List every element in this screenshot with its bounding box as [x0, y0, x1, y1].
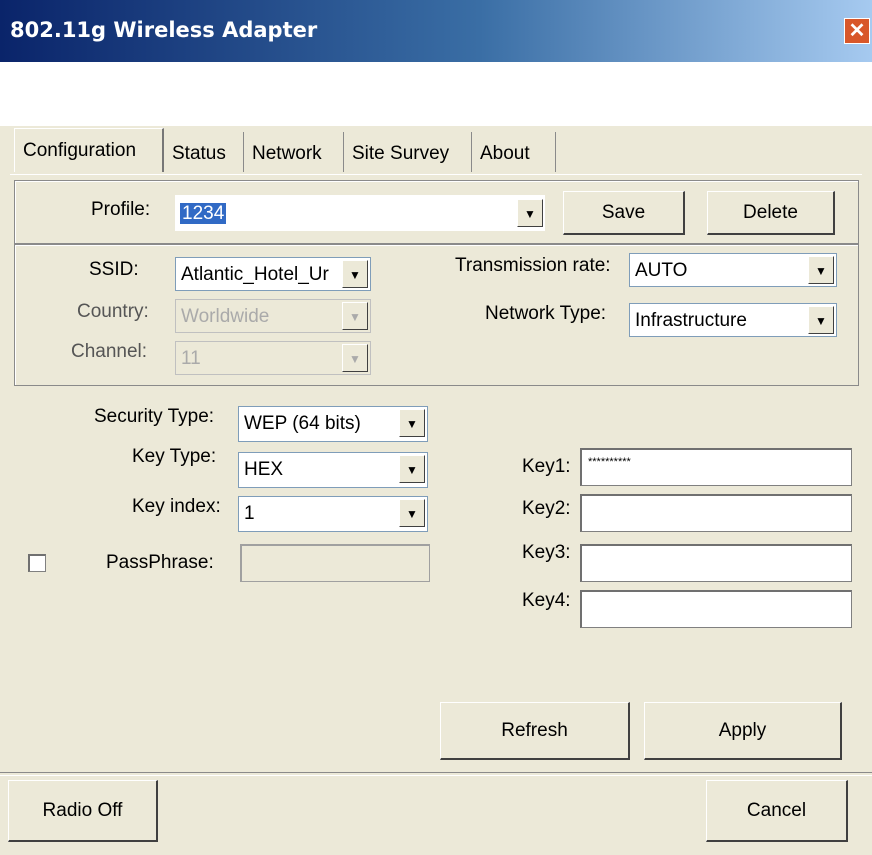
save-button[interactable]: Save	[563, 191, 685, 235]
cancel-button[interactable]: Cancel	[706, 780, 848, 842]
security-type-combo[interactable]: WEP (64 bits) ▼	[238, 406, 428, 442]
tab-network[interactable]: Network	[244, 132, 344, 172]
key3-label: Key3:	[522, 542, 571, 563]
channel-value: 11	[181, 348, 201, 369]
tab-status[interactable]: Status	[164, 132, 244, 172]
security-type-label: Security Type:	[94, 406, 215, 427]
ssid-combo[interactable]: Atlantic_Hotel_Ur ▼	[175, 257, 371, 291]
passphrase-field	[240, 544, 430, 582]
tab-configuration[interactable]: Configuration	[14, 128, 164, 172]
title-bar: 802.11g Wireless Adapter ✕	[0, 0, 872, 62]
key-type-combo[interactable]: HEX ▼	[238, 452, 428, 488]
security-type-value: WEP (64 bits)	[244, 413, 361, 434]
channel-combo: 11 ▼	[175, 341, 371, 375]
key-type-label: Key Type:	[132, 446, 217, 467]
chevron-down-icon[interactable]: ▼	[808, 306, 834, 334]
footer-divider	[0, 772, 872, 776]
chevron-down-icon[interactable]: ▼	[808, 256, 834, 284]
key2-field[interactable]	[580, 494, 852, 532]
transmission-rate-value: AUTO	[635, 260, 688, 281]
key1-label: Key1:	[522, 456, 571, 477]
chevron-down-icon[interactable]: ▼	[399, 455, 425, 483]
network-type-value: Infrastructure	[635, 310, 747, 331]
key-index-value: 1	[244, 503, 255, 524]
profile-group: Profile: 1234 ▼ Save Delete	[14, 180, 859, 244]
country-label: Country:	[77, 301, 149, 322]
chevron-down-icon: ▼	[342, 302, 368, 330]
network-type-combo[interactable]: Infrastructure ▼	[629, 303, 837, 337]
chevron-down-icon[interactable]: ▼	[399, 499, 425, 527]
ssid-value: Atlantic_Hotel_Ur	[181, 264, 329, 285]
passphrase-checkbox[interactable]	[28, 554, 46, 572]
transmission-rate-label: Transmission rate:	[455, 255, 611, 276]
key1-field[interactable]: **********	[580, 448, 852, 486]
key2-label: Key2:	[522, 498, 571, 519]
apply-button[interactable]: Apply	[644, 702, 842, 760]
network-settings-group: SSID: Atlantic_Hotel_Ur ▼ Country: World…	[14, 244, 859, 386]
key3-field[interactable]	[580, 544, 852, 582]
window-title: 802.11g Wireless Adapter	[10, 18, 318, 42]
key-type-value: HEX	[244, 459, 284, 480]
chevron-down-icon[interactable]: ▼	[399, 409, 425, 437]
channel-label: Channel:	[71, 341, 148, 362]
passphrase-label: PassPhrase:	[106, 552, 214, 573]
close-icon[interactable]: ✕	[844, 18, 870, 44]
chevron-down-icon[interactable]: ▼	[517, 199, 543, 227]
key4-field[interactable]	[580, 590, 852, 628]
key1-value: **********	[588, 456, 631, 468]
tab-border	[10, 174, 862, 177]
dialog-body: Configuration Status Network Site Survey…	[0, 126, 872, 855]
transmission-rate-combo[interactable]: AUTO ▼	[629, 253, 837, 287]
profile-combo[interactable]: 1234 ▼	[175, 195, 545, 231]
key-index-label: Key index:	[132, 496, 221, 517]
country-combo: Worldwide ▼	[175, 299, 371, 333]
tab-about[interactable]: About	[472, 132, 556, 172]
key4-label: Key4:	[522, 590, 571, 611]
delete-button[interactable]: Delete	[707, 191, 835, 235]
chevron-down-icon[interactable]: ▼	[342, 260, 368, 288]
radio-off-button[interactable]: Radio Off	[8, 780, 158, 842]
profile-label: Profile:	[91, 199, 151, 220]
chevron-down-icon: ▼	[342, 344, 368, 372]
key-index-combo[interactable]: 1 ▼	[238, 496, 428, 532]
banner-area	[0, 62, 872, 126]
refresh-button[interactable]: Refresh	[440, 702, 630, 760]
ssid-label: SSID:	[89, 259, 139, 280]
country-value: Worldwide	[181, 306, 270, 327]
tab-strip: Configuration Status Network Site Survey…	[14, 128, 574, 172]
network-type-label: Network Type:	[485, 303, 607, 324]
profile-value: 1234	[180, 203, 227, 224]
tab-site-survey[interactable]: Site Survey	[344, 132, 472, 172]
